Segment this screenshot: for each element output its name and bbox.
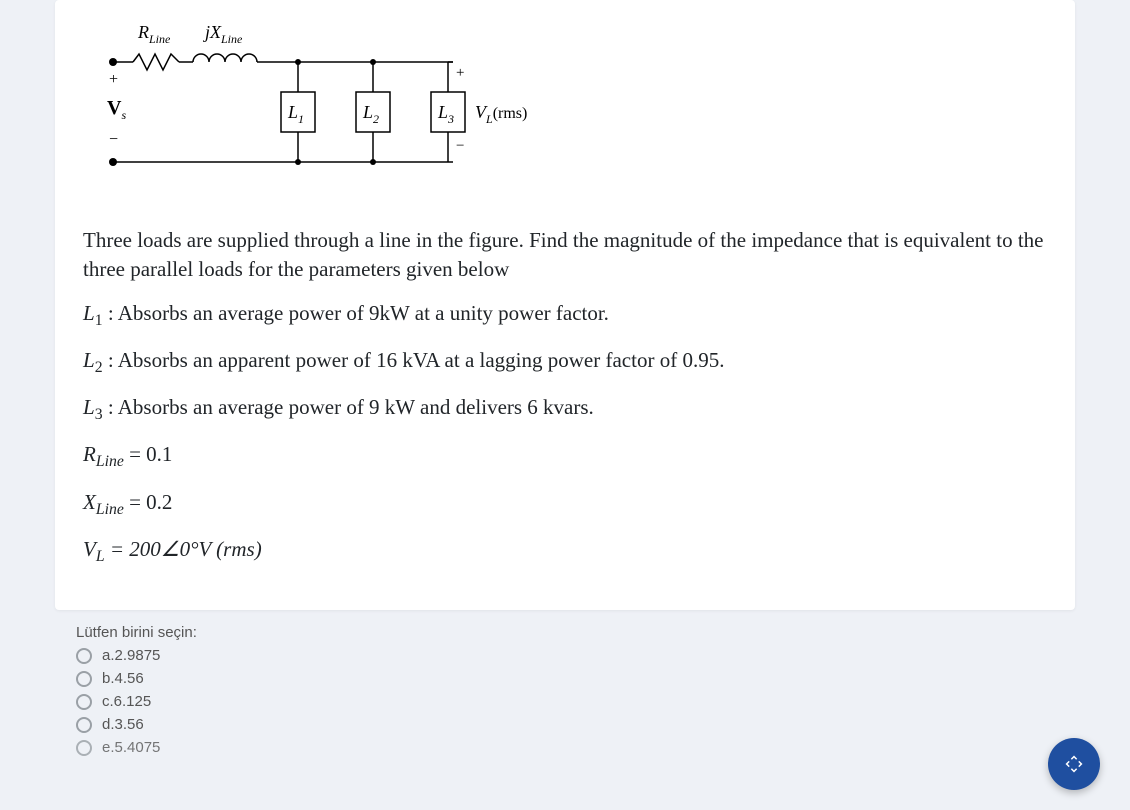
answer-choices: Lütfen birini seçin: a.2.9875 b.4.56 c.6… <box>76 624 1130 756</box>
load-l1-label: L1 <box>287 102 304 126</box>
choice-label: c.6.125 <box>102 693 151 710</box>
choice-d[interactable]: d.3.56 <box>76 716 1130 733</box>
choice-e[interactable]: e.5.4075 <box>76 739 1130 756</box>
vl-plus: + <box>456 65 464 81</box>
expand-icon <box>1061 751 1086 776</box>
radio-icon <box>76 740 92 756</box>
radio-icon <box>76 694 92 710</box>
choice-label: d.3.56 <box>102 716 144 733</box>
choice-label: a.2.9875 <box>102 647 160 664</box>
choice-label: e.5.4075 <box>102 739 160 756</box>
vl-label: VL(rms) <box>475 102 527 126</box>
rline-label: RLine <box>137 22 171 46</box>
vs-label: Vs <box>107 97 126 122</box>
radio-icon <box>76 671 92 687</box>
xline-label: jXLine <box>203 22 243 46</box>
choice-b[interactable]: b.4.56 <box>76 670 1130 687</box>
vs-plus: + <box>109 71 118 88</box>
question-text: Three loads are supplied through a line … <box>83 226 1047 568</box>
radio-icon <box>76 648 92 664</box>
choice-label: b.4.56 <box>102 670 144 687</box>
choice-a[interactable]: a.2.9875 <box>76 647 1130 664</box>
l2-line: L2 : Absorbs an apparent power of 16 kVA… <box>83 346 1047 379</box>
load-l2-label: L2 <box>362 102 379 126</box>
vs-minus: − <box>109 131 118 148</box>
choices-title: Lütfen birini seçin: <box>76 624 1130 641</box>
l3-line: L3 : Absorbs an average power of 9 kW an… <box>83 393 1047 426</box>
radio-icon <box>76 717 92 733</box>
question-card: RLine jXLine + Vs − <box>55 0 1075 610</box>
choice-c[interactable]: c.6.125 <box>76 693 1130 710</box>
intro-text: Three loads are supplied through a line … <box>83 226 1047 285</box>
rline-eq: RLine = 0.1 <box>83 440 1047 473</box>
expand-button[interactable] <box>1048 738 1100 790</box>
l1-line: L1 : Absorbs an average power of 9kW at … <box>83 299 1047 332</box>
circuit-diagram: RLine jXLine + Vs − <box>83 22 1047 202</box>
vl-eq: VL = 200∠0°V (rms) <box>83 535 1047 568</box>
vl-minus: − <box>456 138 464 154</box>
load-l3-label: L3 <box>437 102 454 126</box>
xline-eq: XLine = 0.2 <box>83 488 1047 521</box>
